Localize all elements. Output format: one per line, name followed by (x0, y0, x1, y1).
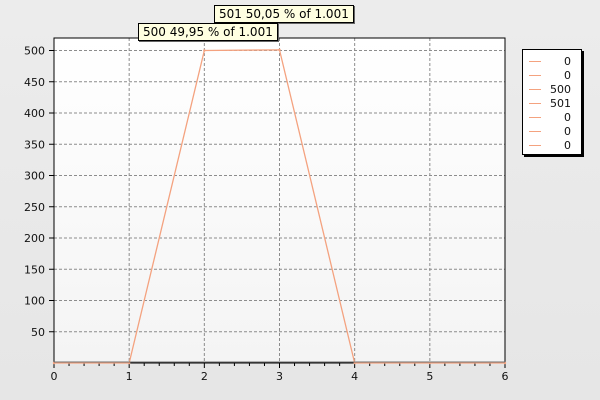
y-tick-label: 50 (31, 326, 45, 339)
legend-swatch (529, 117, 541, 118)
y-tick-label: 450 (24, 76, 45, 89)
legend-entry: 0 (523, 55, 581, 69)
chart-root: 0 1 2 3 4 5 6 50 100 150 200 250 300 350 400 450 500 0 0… (0, 0, 600, 400)
legend-label: 0 (564, 125, 571, 138)
x-tick-label: 2 (201, 370, 208, 383)
y-tick-label: 300 (24, 170, 45, 183)
y-tick-label: 100 (24, 295, 45, 308)
legend-swatch (529, 145, 541, 146)
legend-entry: 500 (523, 83, 581, 97)
x-tick-label: 1 (126, 370, 133, 383)
legend-label: 500 (550, 83, 571, 96)
y-tick-label: 400 (24, 107, 45, 120)
data-tooltip: 501 50,05 % of 1.001 (214, 5, 354, 23)
legend-swatch (529, 89, 541, 90)
y-tick-label: 150 (24, 263, 45, 276)
y-tick-label: 350 (24, 138, 45, 151)
data-point (278, 48, 281, 52)
legend-label: 501 (550, 97, 571, 110)
legend-label: 0 (564, 55, 571, 68)
legend-entry: 0 (523, 69, 581, 83)
data-point (203, 49, 206, 52)
legend-entry: 0 (523, 139, 581, 153)
line-chart: 0 1 2 3 4 5 6 50 100 150 200 250 300 350 400 450 500 (24, 37, 509, 383)
x-tick-label: 5 (426, 370, 433, 383)
legend-entry: 0 (523, 111, 581, 125)
y-tick-label: 250 (24, 201, 45, 214)
data-tooltip: 500 49,95 % of 1.001 (138, 23, 278, 41)
x-tick-label: 0 (51, 370, 58, 383)
x-tick-label: 6 (502, 370, 509, 383)
legend-entry: 0 (523, 125, 581, 139)
legend-swatch (529, 131, 541, 132)
legend-swatch (529, 103, 541, 104)
legend-entry: 501 (523, 97, 581, 111)
x-tick-label: 4 (351, 370, 358, 383)
legend-label: 0 (564, 139, 571, 152)
y-tick-label: 500 (24, 45, 45, 58)
legend-swatch (529, 61, 541, 62)
legend: 0 0 500 501 0 0 0 (522, 49, 582, 155)
legend-label: 0 (564, 69, 571, 82)
legend-swatch (529, 75, 541, 76)
y-tick-label: 200 (24, 232, 45, 245)
legend-label: 0 (564, 111, 571, 124)
x-tick-label: 3 (276, 370, 283, 383)
